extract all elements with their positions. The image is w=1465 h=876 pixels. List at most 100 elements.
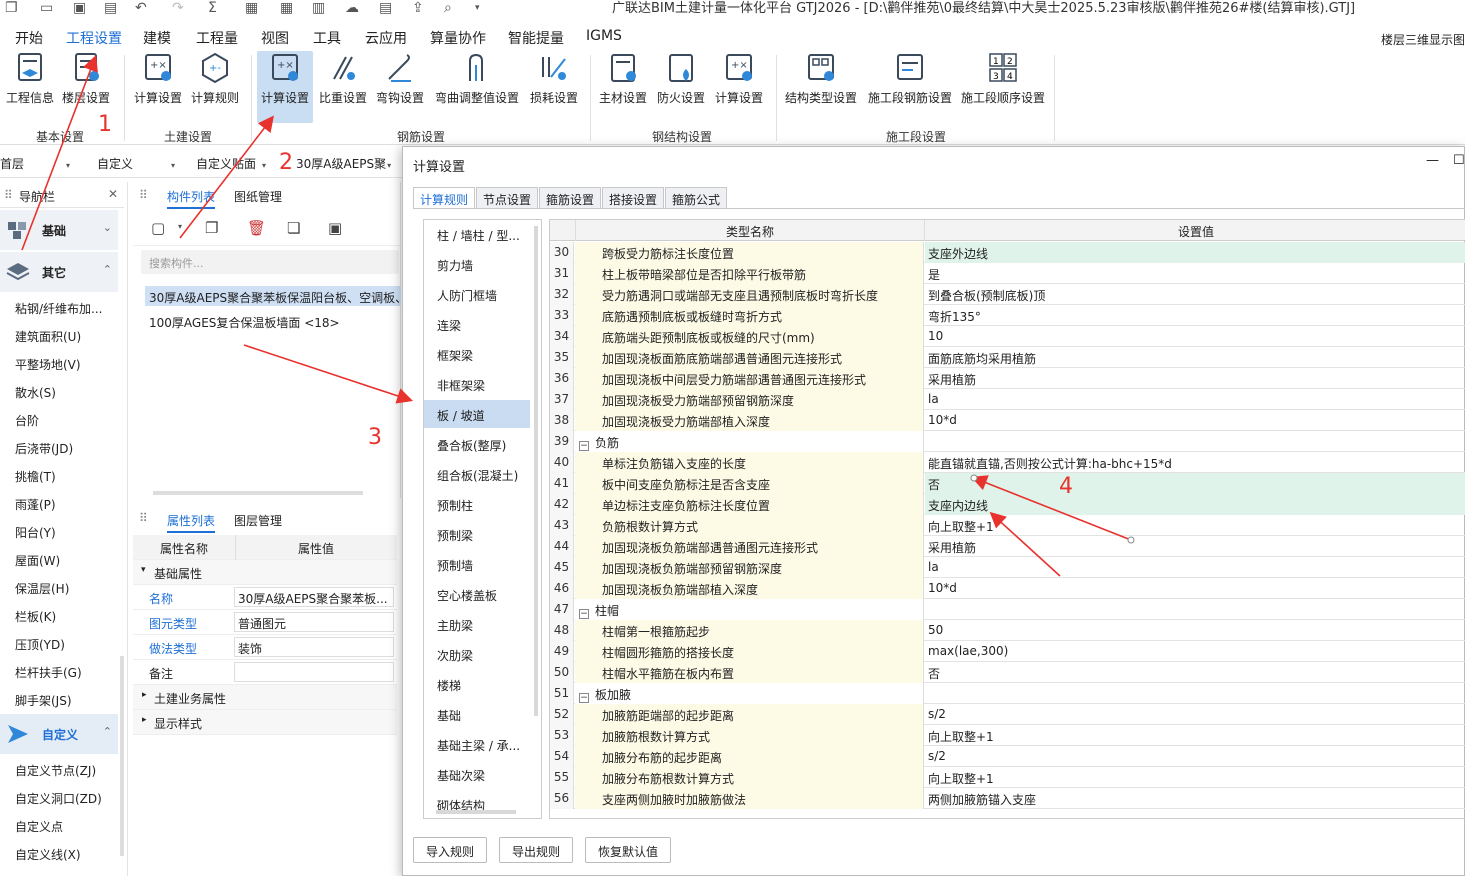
grid-row[interactable]: 31 柱上板带暗梁部位是否扣除平行板带筋 是 — [550, 263, 1465, 284]
category-item[interactable]: 预制墙 — [424, 550, 530, 578]
category-item[interactable]: 组合板(混凝土) — [424, 460, 530, 488]
undo-icon[interactable]: ↶ — [135, 0, 147, 16]
calc-rules-button[interactable]: +- 计算规则 — [188, 51, 242, 106]
pin-icon[interactable]: ⠿ — [139, 188, 148, 202]
tab-layer-manage[interactable]: 图层管理 — [234, 512, 282, 529]
grid-row[interactable]: 40 单标注负筋锚入支座的长度 能直锚就直锚,否则按公式计算:ha-bhc+15*d — [550, 452, 1465, 473]
maximize-icon[interactable]: ☐ — [1453, 153, 1465, 168]
cloud-icon[interactable]: ☁ — [345, 0, 359, 16]
nav-item[interactable]: 散水(S) — [15, 384, 56, 401]
nav-item[interactable]: 自定义点 — [15, 818, 63, 835]
nav-item[interactable]: 脚手架(JS) — [15, 692, 72, 709]
nav-item[interactable]: 自定义线(X) — [15, 846, 81, 863]
menu-start[interactable]: 开始 — [15, 28, 43, 48]
category-item[interactable]: 预制梁 — [424, 520, 530, 548]
nav-item[interactable]: 建筑面积(U) — [15, 328, 81, 345]
new-component-icon[interactable]: ▢ — [151, 219, 165, 237]
category-item[interactable]: 柱 / 墙柱 / 型... — [424, 220, 530, 248]
collapse-toggle-icon[interactable]: − — [579, 609, 589, 619]
setting-value[interactable]: 到叠合板(预制底板)顶 — [925, 284, 1465, 305]
tab-drawing-manage[interactable]: 图纸管理 — [234, 188, 282, 205]
tab-node-settings[interactable]: 节点设置 — [476, 187, 539, 209]
bend-adjust-button[interactable]: 弯曲调整值设置 — [433, 51, 521, 106]
setting-value[interactable]: 向上取整+1 — [925, 767, 1465, 788]
grid-row[interactable]: 36 加固现浇板中间层受力筋端部遇普通图元连接形式 采用植筋 — [550, 368, 1465, 389]
type-select[interactable]: 自定义 ▾ — [97, 155, 175, 172]
delete-icon[interactable]: 🗑 — [247, 219, 266, 237]
grid-row[interactable]: 49 柱帽圆形箍筋的搭接长度 max(lae,300) — [550, 641, 1465, 662]
setting-value[interactable]: 两侧加腋筋锚入支座 — [925, 788, 1465, 809]
nav-scrollbar[interactable] — [120, 656, 124, 856]
export-rules-button[interactable]: 导出规则 — [499, 837, 574, 863]
floor-select[interactable]: 首层 ▾ — [0, 155, 70, 172]
grid-row[interactable]: 30 跨板受力筋标注长度位置 支座外边线 — [550, 242, 1465, 263]
rebar-calc-settings-button[interactable]: +× 计算设置 — [257, 51, 313, 123]
setting-value[interactable]: 向上取整+1 — [925, 515, 1465, 536]
copy-icon[interactable]: ❐ — [205, 219, 218, 237]
property-value[interactable]: 30厚A级AEPS聚合聚苯板... — [234, 587, 394, 607]
minimize-icon[interactable]: — — [1426, 153, 1439, 168]
tab-component-list[interactable]: 构件列表 — [167, 188, 216, 209]
menu-view[interactable]: 视图 — [261, 28, 289, 48]
report-icon[interactable]: ▤ — [379, 0, 392, 16]
chevron-down-icon[interactable]: ▾ — [178, 222, 182, 231]
setting-value[interactable]: 10*d — [925, 410, 1465, 431]
setting-value[interactable]: s/2 — [925, 704, 1465, 725]
component-scrollbar[interactable] — [153, 491, 363, 495]
category-hscrollbar[interactable] — [436, 810, 516, 814]
category-item[interactable]: 空心楼盖板 — [424, 580, 530, 608]
category-item[interactable]: 基础次梁 — [424, 760, 530, 788]
category-item[interactable]: 叠合板(整厚) — [424, 430, 530, 458]
menu-igms[interactable]: IGMS — [586, 28, 622, 44]
nav-item[interactable]: 自定义节点(ZJ) — [15, 762, 96, 779]
save-component-icon[interactable]: ▣ — [328, 219, 342, 237]
density-settings-button[interactable]: 比重设置 — [316, 51, 370, 106]
grid-icon[interactable]: ▦ — [280, 0, 293, 16]
category-item[interactable]: 预制柱 — [424, 490, 530, 518]
tab-stirrup-settings[interactable]: 箍筋设置 — [539, 187, 602, 209]
setting-value[interactable]: 采用植筋 — [925, 368, 1465, 389]
nav-item[interactable]: 保温层(H) — [15, 580, 69, 597]
segment-rebar-button[interactable]: 施工段钢筋设置 — [866, 51, 954, 106]
category-item[interactable]: 基础主梁 / 承... — [424, 730, 530, 758]
grid-row[interactable]: 55 加腋分布筋根数计算方式 向上取整+1 — [550, 767, 1465, 788]
category-item[interactable]: 框架梁 — [424, 340, 530, 368]
new-file-icon[interactable]: ▭ — [40, 0, 53, 16]
component-item[interactable]: 100厚AGES复合保温板墙面 <18> — [145, 311, 401, 331]
nav-item[interactable]: 屋面(W) — [15, 552, 60, 569]
property-section[interactable]: ▸ 土建业务属性 — [133, 685, 397, 710]
setting-value[interactable]: 支座内边线 — [925, 494, 1465, 515]
setting-value[interactable]: 弯折135° — [925, 305, 1465, 326]
pin-icon[interactable]: ⠿ — [4, 188, 13, 202]
folder-icon[interactable]: ▤ — [104, 0, 117, 16]
nav-item[interactable]: 台阶 — [15, 412, 39, 429]
category-item[interactable]: 主肋梁 — [424, 610, 530, 638]
setting-value[interactable]: max(lae,300) — [925, 641, 1465, 662]
import-rules-button[interactable]: 导入规则 — [413, 837, 488, 863]
calculator-icon[interactable]: ▦ — [245, 0, 258, 16]
nav-item[interactable]: 压顶(YD) — [15, 636, 65, 653]
nav-group-other[interactable]: 其它 ⌃ — [0, 252, 118, 292]
category-item[interactable]: 剪力墙 — [424, 250, 530, 278]
menu-tools[interactable]: 工具 — [313, 28, 341, 48]
component-select[interactable]: 30厚A级AEPS聚▾ — [296, 155, 391, 172]
category-item[interactable]: 人防门框墙 — [424, 280, 530, 308]
nav-item[interactable]: 雨蓬(P) — [15, 496, 56, 513]
tab-lap-settings[interactable]: 搭接设置 — [602, 187, 665, 209]
tab-calc-rules[interactable]: 计算规则 — [413, 187, 476, 209]
grid-row[interactable]: 52 加腋筋距端部的起步距离 s/2 — [550, 704, 1465, 725]
nav-item[interactable]: 栏杆扶手(G) — [15, 664, 82, 681]
restore-defaults-button[interactable]: 恢复默认值 — [585, 837, 672, 863]
component-search-input[interactable]: 搜索构件... — [141, 250, 399, 274]
grid-group-row[interactable]: 39− 负筋 — [550, 431, 1465, 452]
collapse-toggle-icon[interactable]: − — [579, 693, 589, 703]
property-value[interactable]: 装饰 — [234, 637, 394, 657]
property-value[interactable]: 普通图元 — [234, 612, 394, 632]
nav-item[interactable]: 自定义洞口(ZD) — [15, 790, 102, 807]
grid-row[interactable]: 38 加固现浇板受力筋端部植入深度 10*d — [550, 410, 1465, 431]
grid-row[interactable]: 45 加固现浇板负筋端部预留钢筋深度 la — [550, 557, 1465, 578]
grid-group-row[interactable]: 47− 柱帽 — [550, 599, 1465, 620]
grid-row[interactable]: 37 加固现浇板受力筋端部预留钢筋深度 la — [550, 389, 1465, 410]
hook-settings-button[interactable]: 弯钩设置 — [373, 51, 427, 106]
tab-property-list[interactable]: 属性列表 — [167, 512, 216, 533]
